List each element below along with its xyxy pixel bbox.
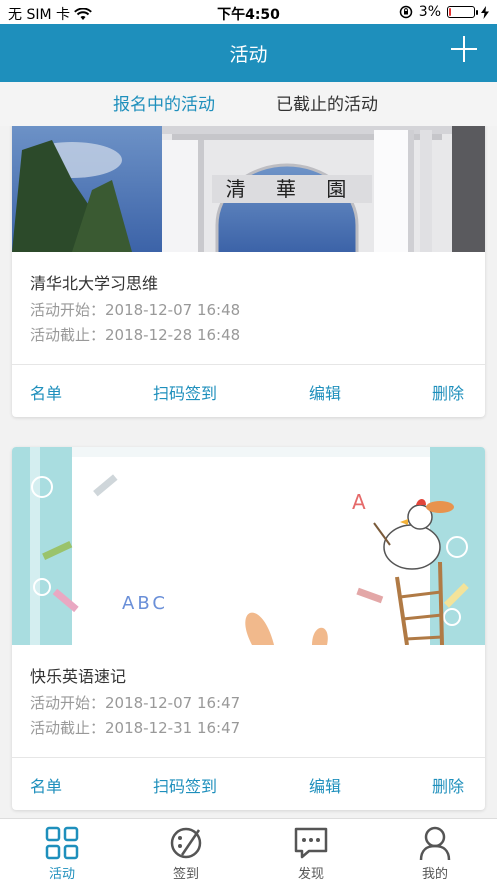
- status-right: 3%: [399, 4, 489, 20]
- tab-activities[interactable]: 活动: [27, 825, 97, 882]
- delete-button[interactable]: 删除: [432, 380, 464, 404]
- scan-checkin-button[interactable]: 扫码签到: [153, 773, 217, 797]
- tsinghua-gate-image: 清 華 園: [12, 126, 485, 252]
- tab-checkin[interactable]: 签到: [151, 825, 221, 882]
- activity-end: 活动截止：2018-12-31 16:47: [30, 719, 241, 737]
- tab-profile-label: 我的: [421, 867, 448, 882]
- activity-end: 活动截止：2018-12-28 16:48: [30, 326, 241, 344]
- charging-icon: [481, 5, 489, 19]
- activity-cover-image: ABC A: [12, 447, 485, 645]
- activity-card[interactable]: ABC A 快乐英语速记 活动开始：2018-12-07 16:47 活动截止：: [12, 447, 485, 810]
- activity-start: 活动开始：2018-12-07 16:47: [30, 694, 241, 712]
- nav-bar: 活动: [0, 24, 497, 82]
- activity-cover-image: 清 華 園: [12, 126, 485, 252]
- activity-card[interactable]: 清 華 園 清华北大学习思维 活动开始：2018-12-07 16:48 活动截…: [12, 126, 485, 417]
- edit-button[interactable]: 编辑: [309, 773, 341, 797]
- tab-activities-label: 活动: [48, 867, 75, 882]
- battery-icon: [447, 6, 478, 18]
- abc-letters: ABC: [122, 593, 168, 614]
- activity-info: 快乐英语速记 活动开始：2018-12-07 16:47 活动截止：2018-1…: [12, 645, 485, 758]
- english-cartoon-image: ABC A: [12, 447, 485, 645]
- tab-closed-activities[interactable]: 已截止的活动: [276, 90, 378, 115]
- activity-tabs: 报名中的活动 已截止的活动: [0, 82, 497, 126]
- activity-title: 清华北大学习思维: [30, 274, 159, 293]
- battery-level: [449, 8, 451, 16]
- add-activity-button[interactable]: [451, 36, 477, 62]
- edit-button[interactable]: 编辑: [309, 380, 341, 404]
- scan-checkin-button[interactable]: 扫码签到: [153, 380, 217, 404]
- tab-discover[interactable]: 发现: [276, 825, 346, 882]
- tab-checkin-label: 签到: [172, 867, 199, 882]
- roster-button[interactable]: 名单: [30, 773, 62, 797]
- activity-start: 活动开始：2018-12-07 16:48: [30, 301, 241, 319]
- chat-bubble-icon: [294, 827, 328, 859]
- activity-actions: 名单 扫码签到 编辑 删除: [12, 758, 485, 810]
- activity-title: 快乐英语速记: [30, 667, 127, 686]
- tab-discover-label: 发现: [297, 867, 324, 882]
- activity-actions: 名单 扫码签到 编辑 删除: [12, 365, 485, 417]
- letter-a: A: [352, 490, 366, 514]
- tab-profile[interactable]: 我的: [400, 825, 470, 882]
- delete-button[interactable]: 删除: [432, 773, 464, 797]
- activity-list[interactable]: 清 華 園 清华北大学习思维 活动开始：2018-12-07 16:48 活动截…: [0, 126, 497, 818]
- orientation-lock-icon: [399, 5, 413, 19]
- bottom-tab-bar: 活动 签到 发现 我的: [0, 818, 497, 883]
- status-bar: 无 SIM 卡 下午4:50 3%: [0, 0, 497, 24]
- grid-icon: [45, 826, 79, 860]
- page-title: 活动: [229, 44, 268, 66]
- battery-percent: 3%: [418, 4, 441, 20]
- user-icon: [419, 826, 451, 861]
- palette-icon: [170, 827, 202, 859]
- activity-info: 清华北大学习思维 活动开始：2018-12-07 16:48 活动截止：2018…: [12, 252, 485, 365]
- gate-plaque-text: 清 華 園: [226, 177, 359, 201]
- roster-button[interactable]: 名单: [30, 380, 62, 404]
- tab-open-activities[interactable]: 报名中的活动: [113, 90, 215, 115]
